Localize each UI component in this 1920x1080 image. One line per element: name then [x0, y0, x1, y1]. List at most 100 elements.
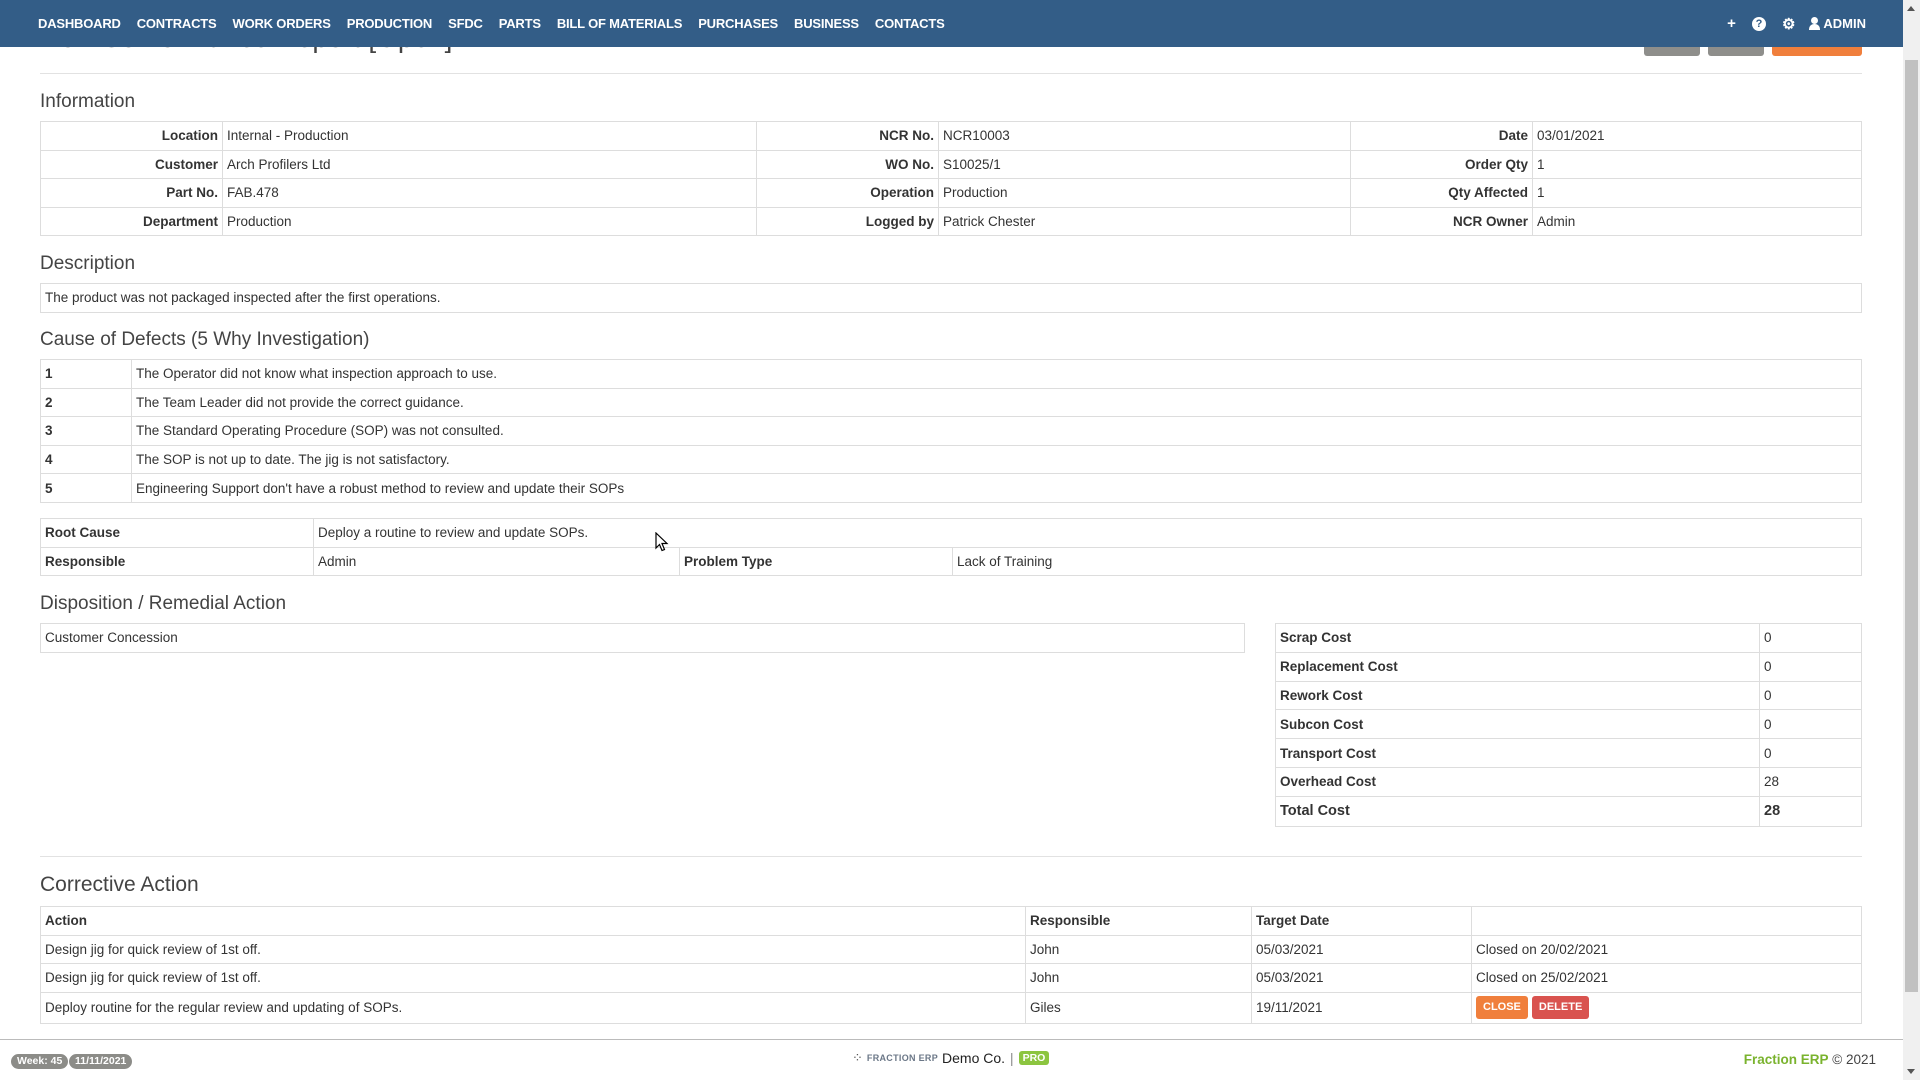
responsible-row: Responsible Admin Problem Type Lack of T… — [40, 546, 1862, 576]
vertical-scrollbar[interactable] — [1903, 0, 1920, 1080]
scrollbar-thumb[interactable] — [1905, 60, 1918, 992]
plus-icon[interactable]: + — [1727, 15, 1736, 32]
nav-business[interactable]: BUSINESS — [794, 16, 859, 31]
close-action-button[interactable]: CLOSE — [1476, 996, 1528, 1019]
scroll-down-arrow-icon[interactable] — [1907, 1069, 1915, 1074]
action-status: Closed on 25/02/2021 — [1471, 963, 1862, 993]
table-row: Design jig for quick review of 1st off. … — [40, 934, 1862, 964]
ncr-owner-label: NCR Owner — [1350, 206, 1533, 236]
qty-affected-label: Qty Affected — [1350, 178, 1533, 208]
nav-purchases[interactable]: PURCHASES — [698, 16, 778, 31]
why-row: 2 The Team Leader did not provide the cor… — [40, 387, 1862, 418]
responsible-value: Admin — [313, 546, 680, 576]
department-value: Production — [222, 206, 757, 236]
action-target-date: 05/03/2021 — [1251, 963, 1472, 993]
copyright-text: © 2021 — [1832, 1052, 1876, 1067]
why-text: The Operator did not know what inspectio… — [131, 359, 1862, 389]
why-row: 4 The SOP is not up to date. The jig is n… — [40, 444, 1862, 475]
why-text: The Team Leader did not provide the corr… — [131, 387, 1862, 418]
nav-contracts[interactable]: CONTRACTS — [137, 16, 217, 31]
description-heading: Description — [40, 253, 136, 274]
divider — [40, 856, 1862, 857]
nav-bill-of-materials[interactable]: BILL OF MATERIALS — [557, 16, 683, 31]
nav-actions: + ? ⚙ ADMIN — [1711, 0, 1866, 47]
order-qty-label: Order Qty — [1350, 149, 1533, 179]
brand: ⁘ FRACTION ERP Demo Co. | PRO — [852, 1050, 1050, 1066]
operation-value: Production — [938, 178, 1351, 208]
location-label: Location — [40, 121, 223, 151]
why-row: 5 Engineering Support don't have a robust… — [40, 473, 1862, 503]
nav-production[interactable]: PRODUCTION — [347, 16, 433, 31]
brand-name: FRACTION ERP — [866, 1053, 939, 1063]
help-glyph: ? — [1755, 17, 1763, 30]
rework-cost-value: 0 — [1759, 680, 1862, 711]
delete-action-button[interactable]: DELETE — [1531, 996, 1590, 1019]
disposition-table: Customer Concession — [40, 623, 1245, 653]
action-text: Design jig for quick review of 1st off. — [40, 963, 1026, 993]
five-why-table: 1 The Operator did not know what inspecti… — [40, 359, 1862, 503]
operation-label: Operation — [756, 178, 939, 208]
fraction-logo-icon: ⁘ — [852, 1050, 863, 1065]
week-badge: Week: 45 — [11, 1054, 69, 1069]
action-target-date: 05/03/2021 — [1251, 934, 1472, 964]
copyright-brand[interactable]: Fraction ERP — [1744, 1052, 1829, 1067]
action-text: Deploy routine for the regular review an… — [40, 991, 1026, 1024]
problem-type-label: Problem Type — [679, 546, 953, 576]
info-row: Location Internal - Production NCR No. N… — [40, 121, 1862, 151]
column-status — [1471, 906, 1862, 936]
customer-value: Arch Profilers Ltd — [222, 149, 757, 179]
rework-cost-label: Rework Cost — [1275, 680, 1760, 711]
nav-contacts[interactable]: CONTACTS — [875, 16, 945, 31]
logged-by-label: Logged by — [756, 206, 939, 236]
date-label: Date — [1350, 121, 1533, 151]
user-icon — [1809, 17, 1821, 30]
footer: Week: 45 11/11/2021 ⁘ FRACTION ERP Demo … — [0, 1039, 1903, 1080]
help-icon[interactable]: ? — [1751, 16, 1766, 31]
divider — [40, 73, 1862, 74]
nav-parts[interactable]: PARTS — [499, 16, 541, 31]
why-number: 3 — [40, 416, 132, 446]
transport-cost-label: Transport Cost — [1275, 738, 1760, 768]
root-cause-table: Root Cause Deploy a routine to review an… — [40, 518, 1862, 576]
why-number: 2 — [40, 387, 132, 418]
customer-label: Customer — [40, 149, 223, 179]
logged-by-value: Patrick Chester — [938, 206, 1351, 236]
replacement-cost-value: 0 — [1759, 651, 1862, 682]
cost-row: Transport Cost 0 — [1275, 738, 1862, 768]
total-cost-value: 28 — [1759, 795, 1862, 827]
root-cause-value: Deploy a routine to review and update SO… — [313, 518, 1862, 548]
subcon-cost-value: 0 — [1759, 709, 1862, 740]
department-label: Department — [40, 206, 223, 236]
nav-work-orders[interactable]: WORK ORDERS — [233, 16, 331, 31]
transport-cost-value: 0 — [1759, 738, 1862, 768]
total-cost-label: Total Cost — [1275, 795, 1760, 827]
nav-sfdc[interactable]: SFDC — [448, 16, 483, 31]
table-header-row: Action Responsible Target Date — [40, 906, 1862, 936]
order-qty-value: 1 — [1532, 149, 1862, 179]
cost-row: Scrap Cost 0 — [1275, 623, 1862, 653]
action-text: Design jig for quick review of 1st off. — [40, 934, 1026, 964]
user-menu[interactable]: ADMIN — [1809, 16, 1866, 31]
ncr-no-value: NCR10003 — [938, 121, 1351, 151]
disposition-heading: Disposition / Remedial Action — [40, 593, 287, 614]
table-row: Design jig for quick review of 1st off. … — [40, 963, 1862, 993]
table-row: Deploy routine for the regular review an… — [40, 991, 1862, 1024]
disposition-value: Customer Concession — [40, 623, 1245, 653]
info-row: Customer Arch Profilers Ltd WO No. S1002… — [40, 149, 1862, 179]
information-table: Location Internal - Production NCR No. N… — [40, 121, 1862, 236]
subcon-cost-label: Subcon Cost — [1275, 709, 1760, 740]
action-responsible: John — [1025, 963, 1252, 993]
ncr-no-label: NCR No. — [756, 121, 939, 151]
action-responsible: Giles — [1025, 991, 1252, 1024]
gear-icon[interactable]: ⚙ — [1782, 15, 1795, 33]
why-text: The Standard Operating Procedure (SOP) w… — [131, 416, 1862, 446]
why-text: The SOP is not up to date. The jig is no… — [131, 444, 1862, 475]
why-row: 1 The Operator did not know what inspecti… — [40, 359, 1862, 389]
ncr-owner-value: Admin — [1532, 206, 1862, 236]
cost-row: Overhead Cost 28 — [1275, 766, 1862, 797]
overhead-cost-value: 28 — [1759, 766, 1862, 797]
brand-separator: | — [1010, 1050, 1014, 1066]
scroll-up-arrow-icon[interactable] — [1907, 6, 1915, 11]
nav-dashboard[interactable]: DASHBOARD — [38, 16, 121, 31]
description-table: The product was not packaged inspected a… — [40, 283, 1862, 313]
